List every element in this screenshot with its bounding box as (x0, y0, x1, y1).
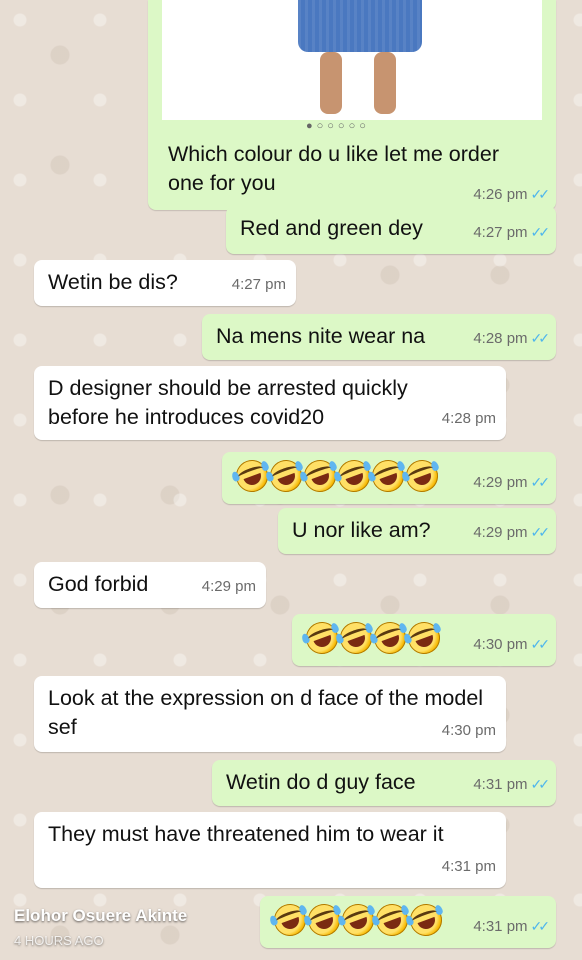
image-message-bubble[interactable]: ●○○○○○ Which colour do u like let me ord… (148, 0, 556, 210)
message-bubble-outgoing[interactable]: 4:30 pm ✓✓ (292, 614, 556, 666)
image-caption-line-1: Which colour do u like let me order (168, 142, 500, 166)
message-time: 4:30 pm (441, 722, 496, 739)
message-text: U nor like am? (292, 518, 431, 542)
message-time: 4:31 pm (441, 858, 496, 875)
message-bubble-outgoing[interactable]: Na mens nite wear na 4:28 pm ✓✓ (202, 314, 556, 360)
image-caption-line-2: one for you (168, 171, 276, 195)
message-time: 4:29 pm (473, 474, 528, 491)
message-meta: 4:30 pm (442, 716, 496, 745)
message-meta: 4:28 pm ✓✓ (473, 324, 551, 353)
rofl-emoji-icon (402, 617, 445, 659)
message-meta: 4:28 pm (442, 404, 496, 433)
read-ticks-icon: ✓✓ (530, 636, 551, 652)
emoji-row (268, 899, 447, 941)
read-ticks-icon: ✓✓ (530, 524, 551, 540)
message-text: They must have threatened him to wear it (48, 822, 444, 846)
message-bubble-outgoing[interactable]: Wetin do d guy face 4:31 pm ✓✓ (212, 760, 556, 806)
message-meta: 4:27 pm ✓✓ (473, 218, 551, 247)
model-leg-left (320, 52, 342, 114)
image-caption: Which colour do u like let me order one … (168, 140, 499, 198)
rofl-emoji-icon (404, 899, 447, 941)
message-meta: 4:30 pm ✓✓ (473, 630, 551, 659)
read-ticks-icon: ✓✓ (530, 776, 551, 792)
message-time: 4:26 pm (473, 186, 528, 203)
message-time: 4:29 pm (201, 578, 256, 595)
message-bubble-outgoing[interactable]: U nor like am? 4:29 pm ✓✓ (278, 508, 556, 554)
message-bubble-incoming[interactable]: Wetin be dis? 4:27 pm (34, 260, 296, 306)
read-ticks-icon: ✓✓ (530, 918, 551, 934)
read-ticks-icon: ✓✓ (530, 186, 551, 202)
message-time: 4:27 pm (231, 276, 286, 293)
emoji-row (230, 455, 443, 497)
message-bubble-outgoing[interactable]: 4:29 pm ✓✓ (222, 452, 556, 504)
message-meta: 4:27 pm (232, 270, 286, 299)
message-time: 4:27 pm (473, 224, 528, 241)
model-leg-right (374, 52, 396, 114)
message-meta: 4:31 pm ✓✓ (473, 912, 551, 941)
product-photo[interactable] (162, 0, 542, 120)
author-name[interactable]: Elohor Osuere Akinte (14, 906, 187, 926)
message-meta: 4:29 pm ✓✓ (473, 518, 551, 547)
message-meta: 4:26 pm ✓✓ (473, 186, 551, 203)
chat-thread: ●○○○○○ Which colour do u like let me ord… (14, 0, 570, 960)
read-ticks-icon: ✓✓ (530, 474, 551, 490)
message-text: D designer should be arrested quickly be… (48, 376, 408, 429)
nightwear-garment (298, 0, 422, 52)
message-meta: 4:31 pm ✓✓ (473, 770, 551, 799)
message-bubble-outgoing[interactable]: Red and green dey 4:27 pm ✓✓ (226, 206, 556, 254)
message-meta: 4:29 pm (202, 572, 256, 601)
message-meta: 4:31 pm (442, 852, 496, 881)
message-time: 4:30 pm (473, 636, 528, 653)
emoji-row (300, 617, 445, 659)
message-bubble-incoming[interactable]: Look at the expression on d face of the … (34, 676, 506, 752)
post-age: 4 HOURS AGO (14, 933, 104, 948)
carousel-dots[interactable]: ●○○○○○ (306, 120, 370, 132)
message-time: 4:31 pm (473, 776, 528, 793)
message-bubble-outgoing[interactable]: 4:31 pm ✓✓ (260, 896, 556, 948)
rofl-emoji-icon (400, 455, 443, 497)
message-bubble-incoming[interactable]: They must have threatened him to wear it… (34, 812, 506, 888)
message-time: 4:31 pm (473, 918, 528, 935)
message-text: God forbid (48, 572, 149, 596)
message-bubble-incoming[interactable]: God forbid 4:29 pm (34, 562, 266, 608)
message-text: Look at the expression on d face of the … (48, 686, 484, 739)
read-ticks-icon: ✓✓ (530, 224, 551, 240)
message-meta: 4:29 pm ✓✓ (473, 468, 551, 497)
message-time: 4:29 pm (473, 524, 528, 541)
message-text: Red and green dey (240, 216, 423, 240)
message-time: 4:28 pm (441, 410, 496, 427)
message-time: 4:28 pm (473, 330, 528, 347)
message-text: Wetin do d guy face (226, 770, 416, 794)
message-bubble-incoming[interactable]: D designer should be arrested quickly be… (34, 366, 506, 440)
message-text: Wetin be dis? (48, 270, 178, 294)
message-text: Na mens nite wear na (216, 324, 426, 348)
read-ticks-icon: ✓✓ (530, 330, 551, 346)
